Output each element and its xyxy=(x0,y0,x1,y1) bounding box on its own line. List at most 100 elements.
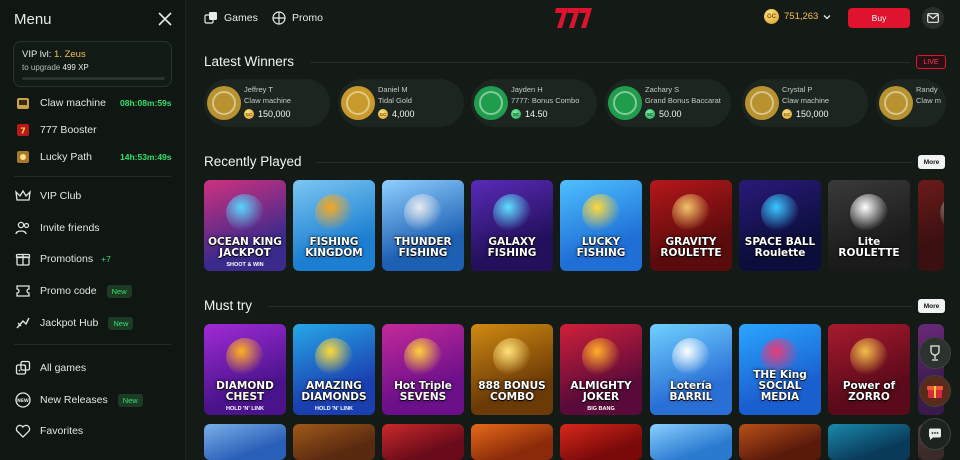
promo-link[interactable]: Promo xyxy=(272,10,323,26)
sidebar-item-label: Jackpot Hub xyxy=(40,317,99,329)
game-title: GRAVITY ROULETTE xyxy=(660,236,722,259)
winner-amount: GC 150,000 xyxy=(244,109,291,119)
game-tile[interactable] xyxy=(560,424,642,460)
winner-game-thumbnail xyxy=(745,86,779,120)
winner-card[interactable]: Zachary S Grand Bonus Baccarat SC 50.00 xyxy=(605,79,731,127)
sidebar-item-promotions[interactable]: Promotions +7 xyxy=(14,249,111,269)
game-art xyxy=(582,338,620,376)
section-divider xyxy=(268,306,912,307)
sidebar-item-777-booster[interactable]: 7 777 Booster xyxy=(14,120,97,140)
game-art xyxy=(940,194,944,232)
sidebar-item-promo-code[interactable]: Promo code New xyxy=(14,281,132,301)
new-badge: New xyxy=(106,284,132,298)
game-subtitle: HOLD 'N' LINK xyxy=(225,406,265,412)
game-tile[interactable]: THUNDER FISHING xyxy=(382,180,464,271)
game-tile[interactable]: LUCKY FISHING xyxy=(560,180,642,271)
game-tile[interactable]: GALAXY FISHING xyxy=(471,180,553,271)
chat-icon xyxy=(928,428,941,440)
game-tile[interactable]: THE King SOCIAL MEDIA xyxy=(739,324,821,415)
game-tile[interactable] xyxy=(471,424,553,460)
sidebar-item-favorites[interactable]: Favorites xyxy=(14,421,83,441)
sidebar-item-lucky-path[interactable]: Lucky Path xyxy=(14,147,92,167)
lucky-path-icon xyxy=(14,148,32,166)
new-badge: New xyxy=(117,393,143,407)
winner-amount-value: 150,000 xyxy=(796,109,829,119)
recently-played-title: Recently Played xyxy=(204,154,302,169)
vip-progress-bar xyxy=(22,77,165,80)
balance-selector[interactable]: GC 751,263 xyxy=(764,9,831,24)
game-title: GALAXY FISHING xyxy=(487,236,537,259)
winner-card[interactable]: Randy Claw m xyxy=(876,79,946,127)
game-art xyxy=(493,338,531,376)
game-title: LUCKY FISHING xyxy=(576,236,626,259)
users-icon xyxy=(14,219,32,237)
winner-amount: SC 14.50 xyxy=(511,109,548,119)
coin-icon: GC xyxy=(244,109,254,119)
vip-level: VIP lvl: 1. Zeus xyxy=(22,49,86,60)
game-tile[interactable] xyxy=(650,424,732,460)
game-tile[interactable]: DIAMOND CHEST HOLD 'N' LINK xyxy=(204,324,286,415)
game-tile[interactable] xyxy=(828,424,910,460)
game-art xyxy=(672,338,710,376)
svg-text:7: 7 xyxy=(20,127,26,136)
game-tile[interactable] xyxy=(204,424,286,460)
winner-card[interactable]: Daniel M Tidal Gold GC 4,000 xyxy=(338,79,464,127)
game-tile[interactable]: OCEAN KING JACKPOT SHOOT & WIN xyxy=(204,180,286,271)
game-art xyxy=(582,194,620,232)
vip-card[interactable]: VIP lvl: 1. Zeus to upgrade 499 XP xyxy=(13,41,172,87)
game-tile[interactable]: SPACE BALL Roulette xyxy=(739,180,821,271)
games-link[interactable]: Games xyxy=(204,10,258,26)
gift-button[interactable] xyxy=(919,375,951,407)
sidebar-item-claw-machine[interactable]: Claw machine xyxy=(14,93,106,113)
game-tile[interactable]: Hot Triple SEVENS xyxy=(382,324,464,415)
game-tile[interactable]: AMAZING DIAMONDS HOLD 'N' LINK xyxy=(293,324,375,415)
recently-played-more-button[interactable]: More xyxy=(918,155,945,169)
sidebar-item-label: Invite friends xyxy=(40,222,100,234)
winner-game-thumbnail xyxy=(608,86,642,120)
game-tile[interactable]: Lotería BARRIL xyxy=(650,324,732,415)
trophy-icon xyxy=(930,345,940,361)
winner-game-thumbnail xyxy=(207,86,241,120)
game-tile[interactable] xyxy=(918,180,944,271)
sidebar-item-jackpot-hub[interactable]: Jackpot Hub New xyxy=(14,313,134,333)
sidebar-item-invite-friends[interactable]: Invite friends xyxy=(14,218,100,238)
game-title: Power of ZORRO xyxy=(842,380,896,403)
brand-logo[interactable] xyxy=(554,5,594,31)
game-tile[interactable]: Power of ZORRO xyxy=(828,324,910,415)
vip-upgrade-value: 499 XP xyxy=(62,63,89,72)
winner-card[interactable]: Jeffrey T Claw machine GC 150,000 xyxy=(204,79,330,127)
sidebar-item-all-games[interactable]: All games xyxy=(14,358,86,378)
rewards-button[interactable] xyxy=(919,337,951,369)
game-art xyxy=(404,338,442,376)
winner-card[interactable]: Jayden H 7777: Bonus Combo SC 14.50 xyxy=(471,79,597,127)
section-divider xyxy=(316,162,912,163)
close-icon[interactable] xyxy=(157,11,173,27)
game-art xyxy=(850,194,888,232)
game-tile[interactable]: 888 BONUS COMBO xyxy=(471,324,553,415)
sidebar-item-vip-club[interactable]: VIP Club xyxy=(14,186,81,206)
must-try-more-button[interactable]: More xyxy=(918,299,945,313)
buy-button[interactable]: Buy xyxy=(848,8,910,28)
bullseye-icon xyxy=(14,314,32,332)
heart-icon xyxy=(14,422,32,440)
game-tile[interactable] xyxy=(293,424,375,460)
mail-button[interactable] xyxy=(922,7,944,29)
game-tile[interactable]: Lite ROULETTE xyxy=(828,180,910,271)
sidebar-item-label: Claw machine xyxy=(40,97,106,109)
winner-game: Grand Bonus Baccarat xyxy=(645,96,721,105)
promo-label: Promo xyxy=(292,12,323,24)
chat-button[interactable] xyxy=(919,418,951,450)
winner-game-thumbnail xyxy=(341,86,375,120)
winner-card[interactable]: Crystal P Claw machine GC 150,000 xyxy=(742,79,868,127)
dice-icon xyxy=(14,359,32,377)
sidebar-item-new-releases[interactable]: NEW New Releases New xyxy=(14,390,143,410)
game-tile[interactable]: GRAVITY ROULETTE xyxy=(650,180,732,271)
game-tile[interactable] xyxy=(382,424,464,460)
coin-icon: SC xyxy=(645,109,655,119)
game-tile[interactable]: FISHING KINGDOM xyxy=(293,180,375,271)
game-tile[interactable] xyxy=(739,424,821,460)
svg-text:NEW: NEW xyxy=(17,398,29,404)
game-art xyxy=(315,194,353,232)
game-art xyxy=(850,338,888,376)
game-tile[interactable]: ALMIGHTY JOKER BIG BANG xyxy=(560,324,642,415)
